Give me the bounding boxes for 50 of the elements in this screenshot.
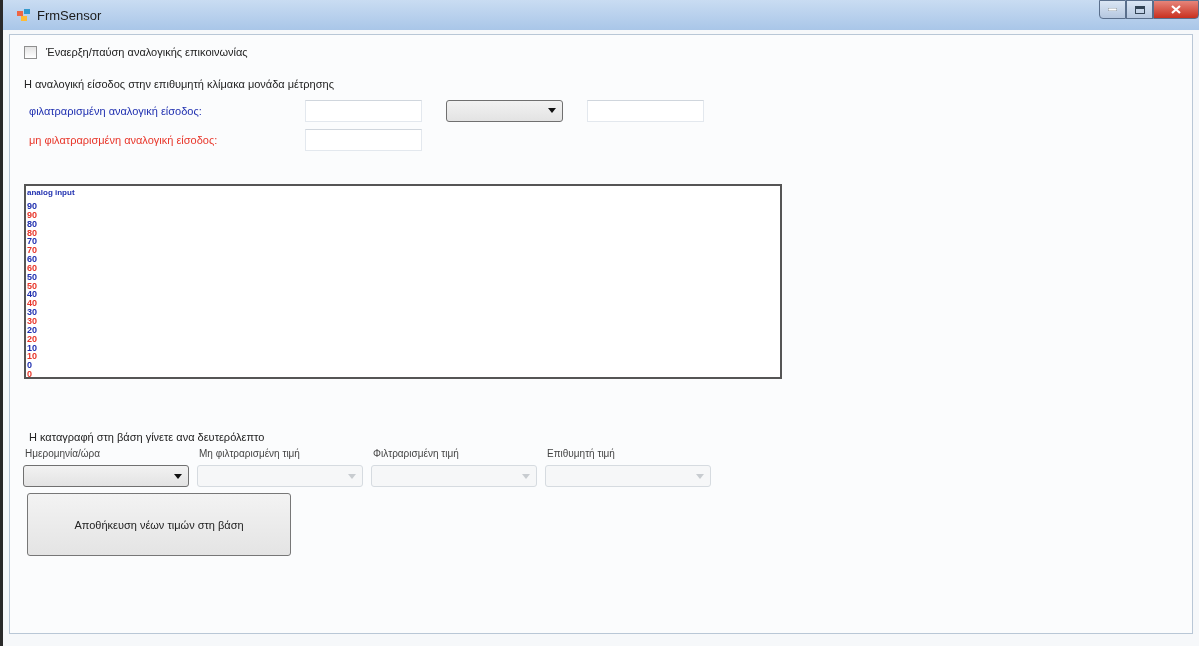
dropdown-field[interactable] — [446, 99, 563, 122]
axis-tick-label: 20 — [27, 325, 37, 334]
axis-tick-label: 40 — [27, 299, 37, 308]
axis-tick-label: 70 — [27, 246, 37, 255]
axis-tick-label: 80 — [27, 228, 37, 237]
checkbox[interactable] — [24, 45, 37, 59]
minimize-button[interactable] — [1099, 0, 1126, 19]
close-button[interactable] — [1153, 0, 1199, 19]
axis-tick-label: 50 — [27, 281, 37, 290]
dropdown-field[interactable] — [23, 465, 189, 487]
input-field[interactable] — [305, 99, 422, 122]
caret-icon — [548, 108, 556, 113]
axis-tick-label: 70 — [27, 237, 37, 246]
chart-title: analog input — [27, 188, 76, 197]
axis-tick-label: 10 — [27, 343, 37, 352]
field-label: Μη φιλτραρισμένη τιμή — [198, 448, 301, 459]
caret-icon — [174, 473, 182, 479]
save-button[interactable]: Αποθήκευση νέων τιμών στη βάση — [27, 493, 291, 556]
minimize-icon — [1108, 8, 1117, 11]
caret-icon — [522, 473, 530, 479]
caret-icon — [696, 473, 704, 479]
axis-tick-label: 90 — [27, 202, 37, 210]
axis-tick-label: 80 — [27, 219, 37, 228]
axis-tick-label: 20 — [27, 334, 37, 343]
app-icon — [17, 9, 31, 21]
axis-tick-label: 0 — [27, 361, 32, 370]
field-label: Φιλτραρισμένη τιμή — [372, 448, 460, 459]
field-label: Επιθυμητή τιμή — [546, 448, 616, 459]
axis-tick-label: 30 — [27, 308, 37, 317]
field-label: Ημερομηνία/ώρα — [24, 448, 102, 459]
checkbox-label[interactable]: Έναερξη/παύση αναλογικής επικοινωνίας — [46, 46, 248, 58]
input-field[interactable] — [305, 128, 422, 151]
maximize-icon — [1134, 5, 1145, 14]
field-label: φιλατραρισμένη αναλογική είσοδος: — [28, 104, 203, 117]
field-label: μη φιλατραρισμένη αναλογική είσοδος: — [28, 133, 219, 146]
window-title: FrmSensor — [37, 7, 102, 23]
axis-tick-label: 40 — [27, 290, 37, 299]
axis-tick-label: 50 — [27, 272, 37, 281]
axis-tick-label: 30 — [27, 316, 37, 325]
section-heading: Η αναλογική είσοδος στην επιθυμητή κλίμακα μονάδα μέτρησης — [24, 78, 335, 90]
caret-icon — [348, 473, 356, 479]
input-field[interactable] — [587, 99, 704, 122]
maximize-button[interactable] — [1126, 0, 1153, 19]
section-heading: Η καταγραφή στη βάση γίνετε ανα δευτερόλεπτο — [28, 431, 266, 443]
axis-tick-label: 90 — [27, 210, 37, 219]
axis-tick-label: 60 — [27, 255, 37, 264]
axis-tick-label: 10 — [27, 352, 37, 361]
axis-tick-label: 60 — [27, 263, 37, 272]
axis-tick-label: 0 — [27, 370, 32, 379]
close-icon — [1171, 5, 1181, 14]
